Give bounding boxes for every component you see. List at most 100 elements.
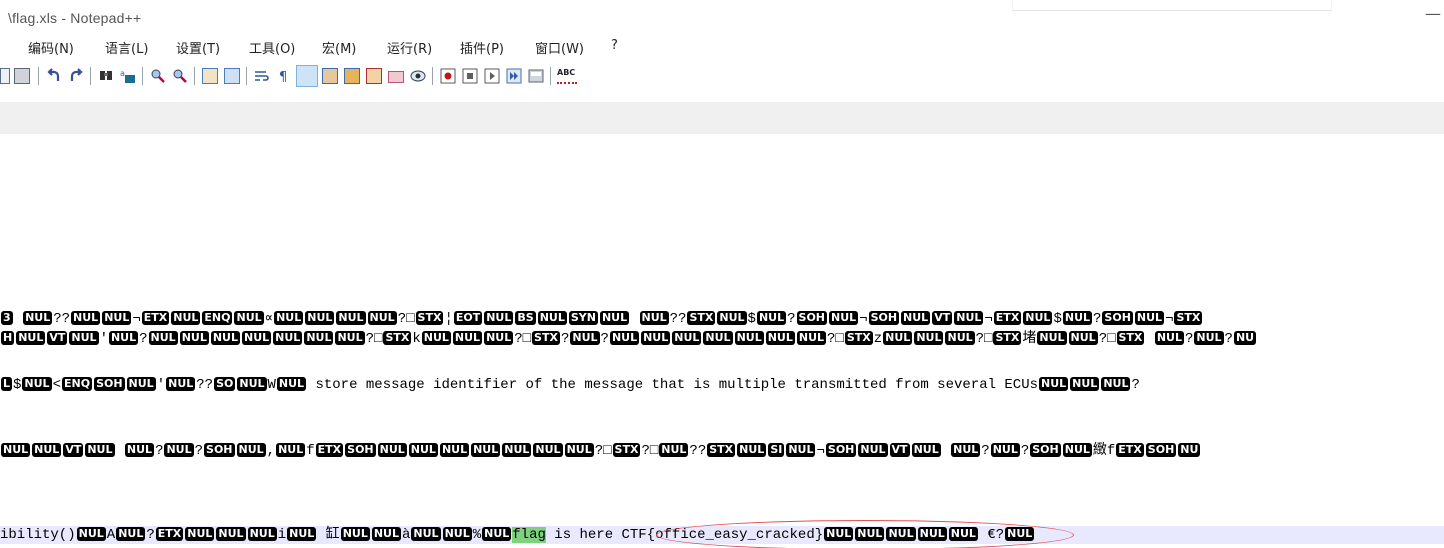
control-char-badge: VT	[932, 311, 953, 325]
folder-icon[interactable]	[388, 71, 404, 83]
line-text	[942, 443, 950, 459]
control-char-badge: NUL	[1, 443, 31, 457]
find-icon[interactable]	[98, 68, 114, 84]
save-macro-icon[interactable]	[528, 68, 544, 84]
line-text: '	[156, 377, 166, 393]
control-char-badge: NUL	[166, 377, 196, 391]
line-text: store message identifier of the message …	[307, 377, 1038, 393]
control-char-badge: NUL	[471, 443, 501, 457]
toolbar-separator	[142, 67, 143, 85]
search-highlight: flag	[512, 527, 546, 543]
open-file-icon[interactable]	[14, 68, 30, 84]
line-text: W	[267, 377, 276, 393]
line-text: ¦	[444, 311, 453, 327]
folder-workspace-icon[interactable]	[366, 68, 382, 84]
control-char-badge: NUL	[1005, 527, 1035, 541]
control-char-badge: NUL	[1062, 443, 1092, 457]
control-char-badge: NUL	[796, 331, 827, 345]
control-char-badge: NUL	[377, 443, 407, 457]
control-char-badge: NUL	[452, 331, 483, 345]
sync-horizontal-icon[interactable]	[224, 68, 240, 84]
show-all-chars-icon[interactable]: ¶	[276, 68, 292, 84]
monitoring-icon[interactable]	[410, 68, 426, 84]
replace-icon[interactable]: a	[120, 68, 136, 84]
control-char-badge: NUL	[442, 527, 472, 541]
control-char-badge: NUL	[914, 331, 944, 345]
stop-record-icon[interactable]	[462, 68, 478, 84]
word-wrap-icon[interactable]	[254, 68, 270, 84]
editor-area[interactable]: 3 NUL?? NUL NUL ¬ ETX NUL ENQ NUL ∝ NUL NUL NUL NUL?…	[0, 134, 1444, 548]
control-char-badge: NUL	[336, 311, 366, 325]
line-text	[630, 311, 638, 327]
control-char-badge: NUL	[954, 311, 984, 325]
control-char-badge: NUL	[171, 311, 201, 325]
control-char-badge: NUL	[824, 527, 854, 541]
control-char-badge: VT	[47, 331, 68, 345]
editor-line: 3 NUL?? NUL NUL ¬ ETX NUL ENQ NUL ∝ NUL NUL NUL NUL?…	[0, 310, 1203, 328]
control-char-badge: NUL	[786, 443, 816, 457]
control-char-badge: STX	[612, 443, 641, 457]
menu-macro[interactable]: 宏(M)	[322, 38, 356, 57]
editor-line: H NUL VT NUL ' NUL? NUL NUL NUL NUL NUL NUL NUL ?□ STX…	[0, 330, 1257, 348]
control-char-badge: NUL	[564, 443, 594, 457]
new-file-icon[interactable]	[0, 68, 10, 84]
control-char-badge: NUL	[502, 443, 532, 457]
menu-window[interactable]: 窗口(W)	[535, 38, 584, 57]
control-char-badge: NUL	[367, 311, 397, 325]
control-char-badge: SI	[768, 443, 785, 457]
control-char-badge: ENQ	[61, 377, 93, 391]
run-macro-multiple-icon[interactable]	[506, 68, 522, 84]
control-char-badge: NUL	[371, 527, 401, 541]
line-text: z	[873, 331, 883, 347]
line-text: ¬	[1165, 311, 1174, 327]
line-text: $	[747, 311, 756, 327]
spellcheck-icon[interactable]: ABC	[557, 68, 577, 84]
line-text: ?	[787, 311, 796, 327]
menu-plugins[interactable]: 插件(P)	[460, 38, 504, 57]
record-macro-icon[interactable]	[440, 68, 456, 84]
control-char-badge: NUL	[148, 331, 178, 345]
control-char-badge: NUL	[32, 443, 62, 457]
toolbar-separator	[90, 67, 91, 85]
menu-help[interactable]: ?	[611, 38, 618, 53]
zoom-in-icon[interactable]	[150, 68, 166, 84]
control-char-badge: NUL	[108, 331, 139, 345]
indent-guide-icon[interactable]	[296, 65, 318, 87]
line-text: ,	[266, 443, 276, 459]
line-text: ¬	[816, 443, 825, 459]
line-text: k	[412, 331, 421, 347]
title-search-box[interactable]	[1012, 0, 1332, 11]
menu-encoding[interactable]: 编码(N)	[28, 38, 74, 57]
control-char-badge: NUL	[533, 443, 563, 457]
toolbar-separator	[550, 67, 551, 85]
function-list-icon[interactable]	[344, 68, 360, 84]
minimize-button[interactable]: —	[1425, 4, 1441, 23]
control-char-badge: STX	[532, 331, 560, 345]
control-char-badge: NU	[1233, 331, 1257, 345]
document-map-icon[interactable]	[322, 68, 338, 84]
control-char-badge: STX	[707, 443, 736, 457]
control-char-badge: NUL	[1101, 377, 1131, 391]
line-text: $	[1053, 311, 1062, 327]
svg-text:a: a	[120, 69, 125, 78]
line-text: ?	[981, 443, 990, 459]
control-char-badge: STX	[1174, 311, 1203, 325]
menu-run[interactable]: 运行(R)	[387, 38, 432, 57]
play-macro-icon[interactable]	[484, 68, 500, 84]
sync-vertical-icon[interactable]	[202, 68, 218, 84]
control-char-badge: NUL	[340, 527, 370, 541]
control-char-badge: STX	[844, 331, 873, 345]
menu-settings[interactable]: 设置(T)	[176, 38, 220, 57]
redo-icon[interactable]	[68, 68, 84, 84]
control-char-badge: NUL	[756, 311, 787, 325]
menu-tools[interactable]: 工具(O)	[249, 38, 295, 57]
control-char-badge: NUL	[216, 527, 246, 541]
zoom-out-icon[interactable]	[172, 68, 188, 84]
line-text: ∝	[264, 311, 274, 327]
control-char-badge: NUL	[276, 443, 306, 457]
line-text: <	[52, 377, 61, 393]
undo-icon[interactable]	[46, 68, 62, 84]
control-char-badge: NUL	[484, 331, 514, 345]
menu-language[interactable]: 语言(L)	[105, 38, 148, 57]
control-char-badge: NUL	[855, 527, 885, 541]
